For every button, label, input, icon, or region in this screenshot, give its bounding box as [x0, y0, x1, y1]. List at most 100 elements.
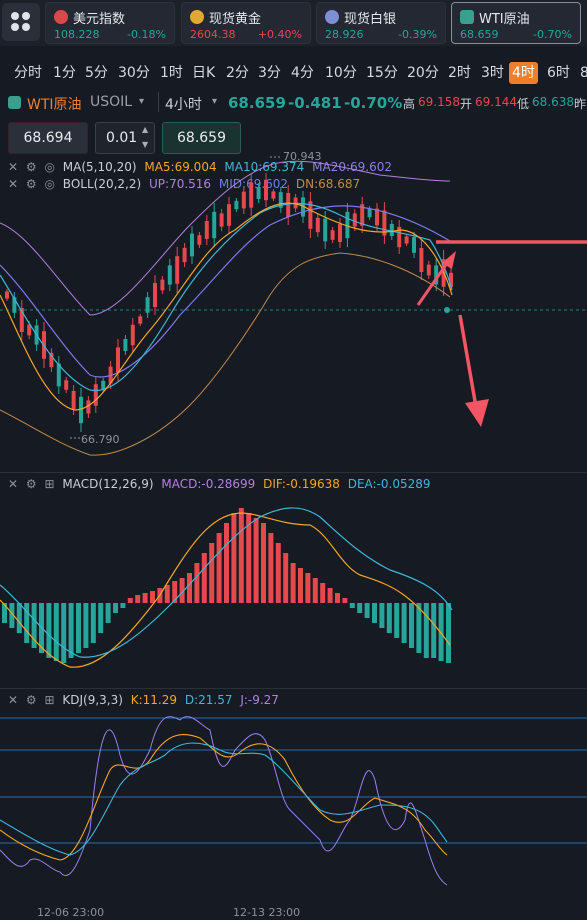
tab-timeframe[interactable]: 30分 — [115, 62, 153, 84]
tab-timeframe[interactable]: 8 — [577, 62, 587, 84]
boll-upper-line — [0, 160, 451, 316]
candle-body — [116, 347, 120, 373]
settings-icon[interactable]: ⚙ — [26, 477, 37, 491]
caret-up-icon[interactable]: ▲ — [142, 125, 148, 135]
macd-bar — [431, 603, 437, 658]
macd-bar — [127, 598, 133, 603]
ticker-price: 68.659 — [460, 28, 499, 41]
close-icon[interactable]: ✕ — [8, 693, 18, 707]
tab-timeframe[interactable]: 4分 — [288, 62, 317, 84]
divider — [158, 92, 159, 112]
d-value: D:21.57 — [184, 693, 233, 707]
expand-icon[interactable]: ⊞ — [44, 693, 54, 707]
pane-divider — [0, 472, 587, 473]
kdj-chart[interactable] — [0, 710, 587, 908]
macd-chart[interactable] — [0, 495, 587, 687]
macd-bar — [320, 583, 326, 603]
ticker-name: 现货白银 — [344, 12, 397, 27]
candle-body — [375, 208, 379, 226]
settings-icon[interactable]: ⚙ — [26, 693, 37, 707]
ticker-price: 108.228 — [54, 28, 100, 41]
ticker-wti[interactable]: WTI原油 68.659 -0.70% — [451, 2, 581, 44]
tab-timeframe[interactable]: 2分 — [223, 62, 252, 84]
macd-bar — [46, 603, 52, 658]
candle-body — [419, 248, 424, 272]
instrument-code[interactable]: USOIL — [90, 94, 132, 110]
candle-body — [212, 211, 217, 239]
candle-body — [130, 324, 135, 346]
chevron-down-icon[interactable]: ▾ — [139, 96, 144, 107]
tab-timeframe[interactable]: 1时 — [157, 62, 186, 84]
macd-bar — [409, 603, 414, 648]
macd-bar — [423, 603, 429, 658]
tab-timeframe[interactable]: 日K — [189, 62, 218, 84]
macd-bar — [201, 553, 207, 603]
ticker-silver[interactable]: 现货白银 28.926 -0.39% — [316, 2, 446, 44]
j-line — [0, 716, 448, 886]
macd-bar — [194, 563, 200, 603]
candle-body — [264, 179, 268, 201]
tab-timeframe-active[interactable]: 4时 — [509, 62, 538, 84]
period-selector[interactable]: 4小时 — [165, 94, 202, 114]
gold-icon — [190, 10, 204, 24]
grid-menu-button[interactable] — [2, 3, 40, 41]
close-icon[interactable]: ✕ — [8, 477, 18, 491]
time-axis-label: 12-06 23:00 — [37, 906, 105, 919]
dea-value: DEA:-0.05289 — [347, 477, 431, 491]
candle-body — [286, 193, 291, 217]
pane-divider — [0, 688, 587, 689]
macd-bar — [386, 603, 392, 633]
macd-bar — [364, 603, 370, 618]
macd-value: MACD:-0.28699 — [161, 477, 256, 491]
j-value: J:-9.27 — [240, 693, 279, 707]
tab-timeframe[interactable]: 5分 — [82, 62, 111, 84]
grid-icon — [11, 12, 30, 31]
ticker-change: -0.39% — [398, 28, 437, 41]
macd-bar — [298, 568, 303, 603]
tab-timeframe[interactable]: 10分 — [322, 62, 360, 84]
macd-bar — [76, 603, 81, 653]
ticker-change: -0.18% — [127, 28, 166, 41]
macd-bar — [238, 508, 244, 603]
kdj-label: KDJ(9,3,3) — [62, 693, 123, 707]
chevron-down-icon[interactable]: ▾ — [212, 96, 217, 107]
current-price: 68.659 — [228, 94, 286, 112]
macd-bar — [98, 603, 104, 633]
tab-timeframe[interactable]: 6时 — [544, 62, 573, 84]
instrument-header: WTI原油 USOIL ▾ 4小时 ▾ 68.659 -0.481 -0.70%… — [0, 92, 587, 114]
tab-timeframe[interactable]: 3分 — [255, 62, 284, 84]
low-marker: 66.790 — [81, 433, 120, 446]
macd-bar — [401, 603, 407, 643]
time-axis-label: 12-13 23:00 — [233, 906, 301, 919]
tab-timeframe[interactable]: 1分 — [50, 62, 79, 84]
tab-timeframe[interactable]: 15分 — [363, 62, 401, 84]
macd-bar — [290, 563, 296, 603]
ticker-gold[interactable]: 现货黄金 2604.38 +0.40% — [181, 2, 311, 44]
macd-bar — [164, 585, 170, 603]
candle-body — [249, 182, 254, 208]
expand-icon[interactable]: ⊞ — [44, 477, 54, 491]
macd-bar — [61, 603, 67, 663]
dif-value: DIF:-0.19638 — [263, 477, 340, 491]
tab-timeframe[interactable]: 3时 — [478, 62, 507, 84]
tab-timeframe[interactable]: 分时 — [11, 62, 45, 84]
ticker-dxy[interactable]: 美元指数 108.228 -0.18% — [45, 2, 175, 44]
open-label: 开 — [460, 97, 473, 111]
candle-body — [160, 279, 165, 291]
annotation-arrow-down — [458, 314, 478, 408]
instrument-name[interactable]: WTI原油 — [27, 94, 82, 114]
candlestick-chart[interactable]: 70.943 66.790 — [0, 145, 587, 472]
candle-body — [64, 380, 69, 390]
ticker-change: +0.40% — [257, 28, 302, 41]
tab-timeframe[interactable]: 20分 — [404, 62, 442, 84]
macd-bar — [209, 543, 215, 603]
candle-body — [404, 236, 409, 244]
prev-close-label: 昨 — [574, 97, 587, 111]
macd-bar — [142, 593, 148, 603]
macd-bar — [446, 603, 451, 663]
macd-legend: ✕ ⚙ ⊞ MACD(12,26,9) MACD:-0.28699 DIF:-0… — [8, 477, 435, 493]
tab-timeframe[interactable]: 2时 — [445, 62, 474, 84]
candle-body — [352, 213, 357, 227]
ticker-price: 28.926 — [325, 28, 364, 41]
macd-bar — [379, 603, 385, 628]
